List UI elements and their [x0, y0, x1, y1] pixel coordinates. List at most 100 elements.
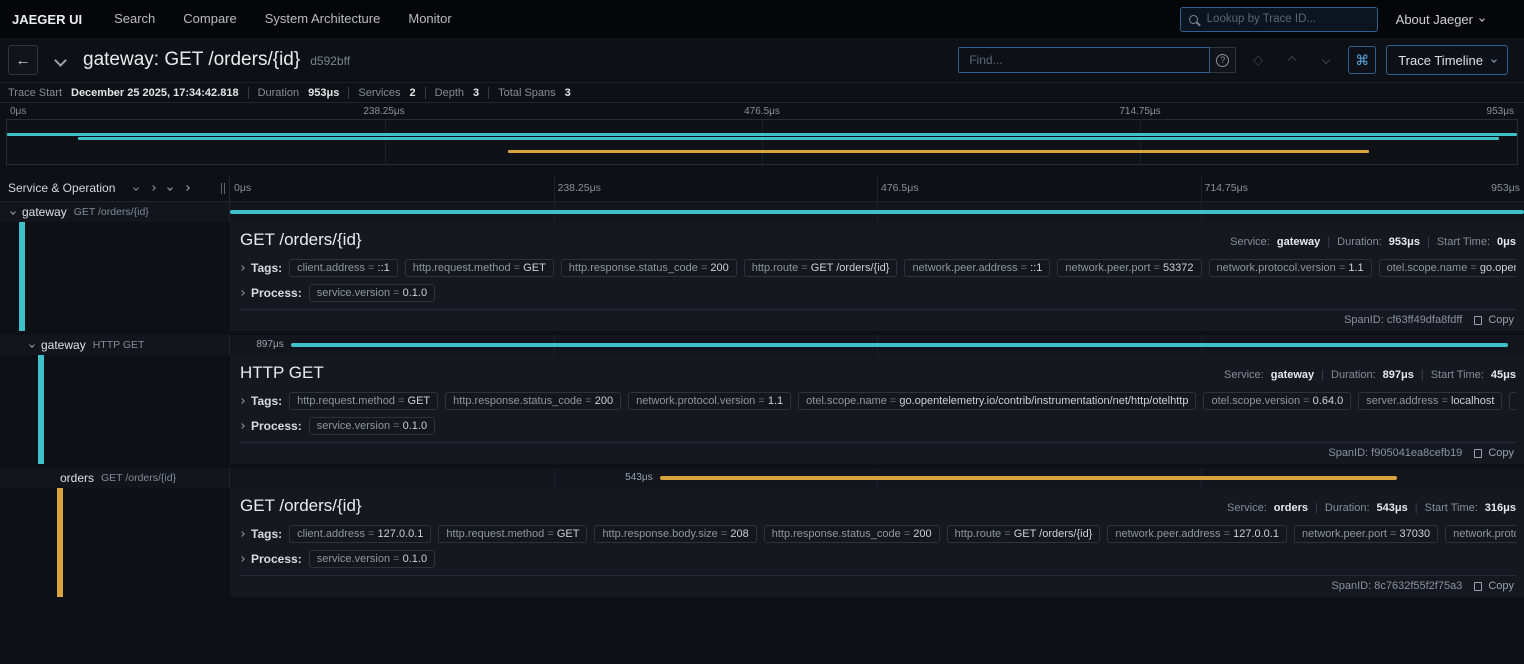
expand-one-icon[interactable] [151, 186, 155, 190]
span-row[interactable]: gatewayHTTP GET897μs [0, 335, 1524, 355]
gridline [554, 468, 555, 488]
nav-item-search[interactable]: Search [100, 0, 169, 38]
minimap-viewport[interactable] [6, 119, 1518, 165]
span-detail-header[interactable]: HTTP GETService:gateway|Duration:897μs|S… [240, 361, 1516, 385]
summary-label: Services [358, 87, 400, 99]
span-indent-guide[interactable] [38, 355, 44, 464]
tags-toggle[interactable]: Tags: [240, 394, 282, 408]
about-jaeger-label: About Jaeger [1396, 12, 1473, 27]
back-button[interactable]: ← [8, 45, 38, 75]
process-toggle[interactable]: Process: [240, 552, 302, 566]
span-detail-header[interactable]: GET /orders/{id}Service:gateway|Duration… [240, 228, 1516, 252]
focus-matches-button[interactable]: ◇ [1246, 48, 1270, 72]
chevron-down-icon [1479, 16, 1485, 22]
span-indent-guide[interactable] [19, 222, 25, 331]
prev-match-button[interactable] [1280, 48, 1304, 72]
span-row[interactable]: gatewayGET /orders/{id} [0, 202, 1524, 222]
copy-button[interactable]: Copy [1474, 580, 1514, 592]
nav-item-system-architecture[interactable]: System Architecture [251, 0, 395, 38]
tags-pill: http.route = GET /orders/{id} [744, 259, 898, 277]
trace-lookup-input[interactable] [1205, 12, 1369, 26]
process-toggle[interactable]: Process: [240, 286, 302, 300]
chevron-right-icon [240, 531, 245, 537]
chevron-up-icon [1288, 56, 1296, 64]
find-input[interactable] [967, 52, 1201, 68]
timeline-header: Service & Operation 0μs238.25μs476.5μs71… [0, 175, 1524, 202]
timeline-minimap: 0μs238.25μs476.5μs714.75μs953μs [0, 103, 1524, 170]
gridline [554, 175, 555, 201]
copy-button[interactable]: Copy [1474, 314, 1514, 326]
tick-label: 476.5μs [877, 182, 919, 194]
timeline-tick-header: 0μs238.25μs476.5μs714.75μs953μs [230, 175, 1524, 201]
trace-view-label: Trace Timeline [1398, 53, 1483, 68]
find-group: ? [958, 47, 1236, 73]
summary-label: Trace Start [8, 87, 62, 99]
tags-pill: network.protocol.version = 1.1 [628, 392, 791, 410]
keyboard-shortcuts-button[interactable]: ⌘ [1348, 46, 1376, 74]
chevron-down-icon [29, 342, 35, 348]
span-row[interactable]: ordersGET /orders/{id}543μs [0, 468, 1524, 488]
column-resizer[interactable] [221, 183, 225, 194]
header-collapse-toggle[interactable] [48, 56, 73, 65]
gridline [1140, 120, 1141, 164]
trace-id: d592bff [310, 54, 350, 68]
span-detail-meta: Service:gateway|Duration:897μs|Start Tim… [1224, 369, 1516, 381]
tags-pill: server.address = localhost [1358, 392, 1502, 410]
span-expander-icon[interactable] [23, 343, 41, 347]
chevron-right-icon [240, 290, 245, 296]
span-service-name: gateway [41, 338, 86, 352]
span-detail-header[interactable]: GET /orders/{id}Service:orders|Duration:… [240, 494, 1516, 518]
span-detail-tags-row: Tags:http.request.method = GEThttp.respo… [240, 392, 1516, 410]
tags-toggle[interactable]: Tags: [240, 527, 282, 541]
span-bar[interactable] [230, 210, 1524, 214]
expand-all-icon[interactable] [185, 186, 189, 190]
nav-item-monitor[interactable]: Monitor [394, 0, 465, 38]
copy-label: Copy [1488, 314, 1514, 326]
next-match-button[interactable] [1314, 48, 1338, 72]
tags-pill: network.peer.address = 127.0.0.1 [1107, 525, 1287, 543]
tags-pill: http.route = GET /orders/{id} [947, 525, 1101, 543]
collapse-one-icon[interactable] [134, 186, 138, 190]
service-operation-header: Service & Operation [8, 181, 115, 195]
tick-label: 953μs [1491, 182, 1520, 194]
span-detail-tags-row: Tags:client.address = ::1http.request.me… [240, 259, 1516, 277]
span-detail-footer: SpanID: f905041ea8cefb19 Copy [240, 442, 1516, 461]
tags-toggle[interactable]: Tags: [240, 261, 282, 275]
span-expander-icon[interactable] [4, 210, 22, 214]
span-detail-row: HTTP GETService:gateway|Duration:897μs|S… [0, 355, 1524, 464]
nav-right: About Jaeger [1180, 7, 1512, 32]
nav-item-compare[interactable]: Compare [169, 0, 250, 38]
copy-button[interactable]: Copy [1474, 447, 1514, 459]
trace-view-selector[interactable]: Trace Timeline [1386, 45, 1508, 75]
find-box[interactable] [958, 47, 1210, 73]
summary-label: Depth [435, 87, 464, 99]
span-bar[interactable] [291, 343, 1509, 347]
span-bar[interactable] [660, 476, 1398, 480]
app-logo[interactable]: JAEGER UI [12, 12, 100, 27]
tags-pill: http.request.method = GET [289, 392, 438, 410]
span-detail-title: GET /orders/{id} [240, 494, 362, 518]
collapse-all-icon[interactable] [168, 186, 172, 190]
back-arrow-icon: ← [16, 52, 31, 69]
chevron-down-icon [54, 54, 67, 67]
chevron-down-icon [1322, 56, 1330, 64]
chevron-right-icon [240, 398, 245, 404]
copy-label: Copy [1488, 580, 1514, 592]
span-timeline-cell: 543μs [230, 468, 1524, 488]
gridline [877, 175, 878, 201]
tags-label: Tags: [251, 261, 282, 275]
top-nav: JAEGER UI SearchCompareSystem Architectu… [0, 0, 1524, 38]
process-toggle[interactable]: Process: [240, 419, 302, 433]
detail-duration-value: 897μs [1383, 369, 1414, 381]
span-id: SpanID: f905041ea8cefb19 [1328, 447, 1462, 459]
span-name-cell: ordersGET /orders/{id} [0, 468, 230, 488]
span-detail-row: GET /orders/{id}Service:orders|Duration:… [0, 488, 1524, 597]
span-detail-process-row: Process:service.version = 0.1.0 [240, 550, 1516, 568]
tick-label: 0μs [10, 106, 26, 117]
span-indent-guide[interactable] [57, 488, 63, 597]
chevron-right-icon [240, 556, 245, 562]
tags-pill: network.protocol.ver… [1445, 525, 1516, 543]
trace-lookup-box[interactable] [1180, 7, 1378, 32]
about-jaeger-menu[interactable]: About Jaeger [1396, 12, 1512, 27]
find-help-button[interactable]: ? [1210, 47, 1236, 73]
